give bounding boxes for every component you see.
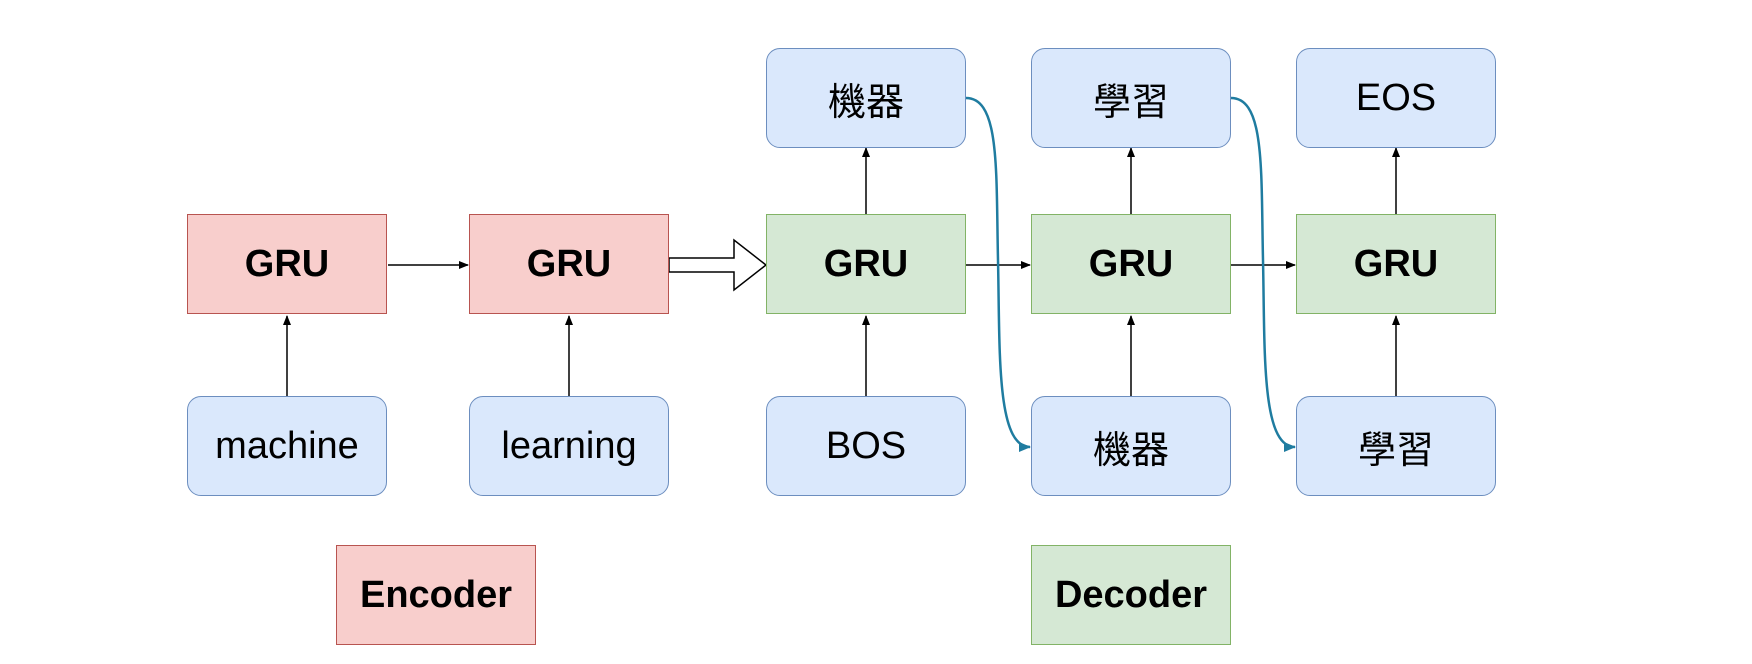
legend-decoder: Decoder — [1031, 545, 1231, 645]
legend-encoder: Encoder — [336, 545, 536, 645]
decoder-gru-2: GRU — [1031, 214, 1231, 314]
seq2seq-diagram: GRU GRU machine learning GRU GRU GRU BOS… — [0, 0, 1752, 664]
decoder-gru-1-label: GRU — [823, 242, 909, 285]
encoder-gru-1: GRU — [187, 214, 387, 314]
decoder-input-2-label: 機器 — [1092, 429, 1169, 472]
context-transfer-arrow — [668, 238, 768, 292]
decoder-output-2-label: 學習 — [1092, 81, 1169, 124]
feedback-arrow-1 — [965, 96, 1031, 452]
feedback-arrow-2 — [1230, 96, 1296, 452]
encoder-gru-2: GRU — [469, 214, 669, 314]
encoder-input-2-label: learning — [501, 424, 637, 467]
decoder-gru-2-label: GRU — [1088, 242, 1174, 285]
decoder-input-3: 學習 — [1296, 396, 1496, 496]
decoder-output-1-label: 機器 — [827, 81, 904, 124]
encoder-gru-1-label: GRU — [244, 242, 330, 285]
decoder-gru-3: GRU — [1296, 214, 1496, 314]
decoder-output-3-label: EOS — [1355, 76, 1437, 119]
decoder-gru-3-label: GRU — [1353, 242, 1439, 285]
encoder-gru-2-label: GRU — [526, 242, 612, 285]
legend-encoder-label: Encoder — [359, 573, 513, 616]
encoder-input-machine: machine — [187, 396, 387, 496]
decoder-input-3-label: 學習 — [1357, 429, 1434, 472]
encoder-input-learning: learning — [469, 396, 669, 496]
decoder-output-2: 學習 — [1031, 48, 1231, 148]
decoder-output-1: 機器 — [766, 48, 966, 148]
decoder-gru-1: GRU — [766, 214, 966, 314]
encoder-input-1-label: machine — [215, 424, 359, 467]
decoder-input-1-label: BOS — [825, 424, 907, 467]
decoder-input-bos: BOS — [766, 396, 966, 496]
legend-decoder-label: Decoder — [1054, 573, 1208, 616]
decoder-input-2: 機器 — [1031, 396, 1231, 496]
decoder-output-eos: EOS — [1296, 48, 1496, 148]
